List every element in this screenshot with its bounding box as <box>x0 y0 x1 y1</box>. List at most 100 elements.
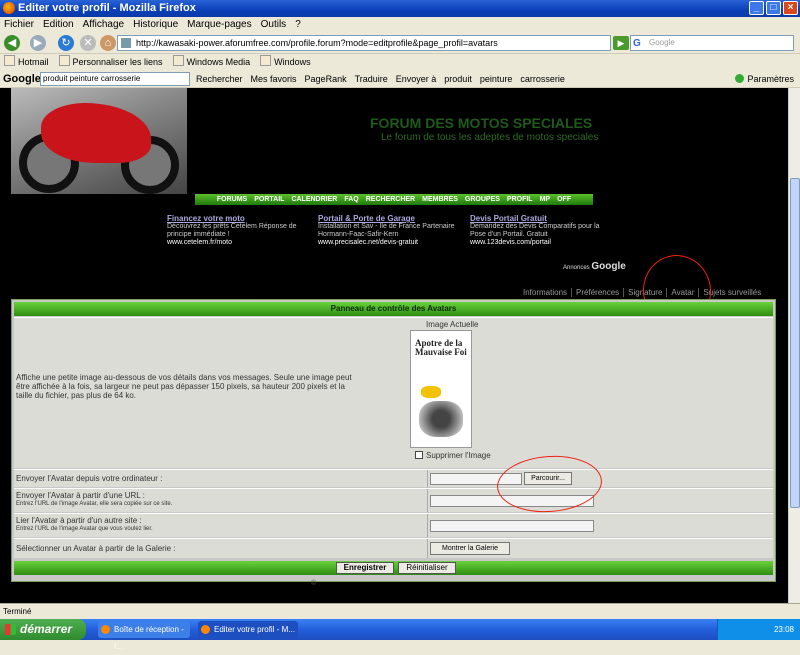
ad-url[interactable]: www.123devis.com/portail <box>470 239 610 247</box>
avatar-image-text: Apotre de la Mauvaise Foi <box>415 338 467 357</box>
search-bar[interactable]: G Google <box>630 35 794 51</box>
menu-marque-pages[interactable]: Marque-pages <box>187 17 251 32</box>
bookmark-hotmail[interactable]: Hotmail <box>4 55 49 69</box>
gt-traduire[interactable]: Traduire <box>355 70 388 88</box>
go-button[interactable]: ▶ <box>613 36 629 50</box>
clock[interactable]: 23:08 <box>774 625 794 634</box>
taskbar-item-firefox[interactable]: Editer votre profil - M... <box>198 621 298 638</box>
scrollbar-thumb[interactable] <box>790 178 800 508</box>
google-toolbar-search[interactable]: produit peinture carrosserie <box>40 72 190 86</box>
page-scrollbar[interactable] <box>788 88 800 603</box>
minimize-button[interactable]: _ <box>749 1 764 15</box>
home-icon[interactable]: ⌂ <box>100 35 116 51</box>
link-hint: Entrez l'URL de l'image Avatar que vous … <box>16 526 153 532</box>
ads-by-google[interactable]: Annonces Google <box>563 261 626 272</box>
ad-text: Découvrez les prêts Cetelem Réponse de p… <box>167 223 297 238</box>
bookmark-windows-media[interactable]: Windows Media <box>173 55 251 69</box>
tab-informations[interactable]: Informations <box>519 288 573 297</box>
bookmark-personnaliser[interactable]: Personnaliser les liens <box>59 55 163 69</box>
ad-title[interactable]: Financez votre moto <box>167 215 307 223</box>
bookmarks-bar: Hotmail Personnaliser les liens Windows … <box>0 55 800 69</box>
reset-button[interactable]: Réinitialiser <box>398 562 456 574</box>
ad-title[interactable]: Portail & Porte de Garage <box>318 215 458 223</box>
ad-text: Demandez des Devis Comparatifs pour la P… <box>470 223 600 238</box>
ad-block[interactable]: Portail & Porte de Garage Installation e… <box>318 215 458 247</box>
upload-label: Envoyer l'Avatar depuis votre ordinateur… <box>16 474 163 483</box>
menu-affichage[interactable]: Affichage <box>83 17 125 32</box>
avatar-panel: Panneau de contrôle des Avatars Affiche … <box>11 299 776 582</box>
menu-outils[interactable]: Outils <box>261 17 287 32</box>
ad-title[interactable]: Devis Portail Gratuit <box>470 215 610 223</box>
gt-pagerank[interactable]: PageRank <box>305 70 347 88</box>
url-row: Envoyer l'Avatar à partir d'une URL : En… <box>14 488 773 512</box>
google-toolbar: Google produit peinture carrosserie Rech… <box>0 70 800 88</box>
nav-faq[interactable]: FAQ <box>344 194 358 205</box>
delete-image-option[interactable]: Supprimer l'Image <box>415 451 491 460</box>
menu-edition[interactable]: Edition <box>43 17 74 32</box>
gt-mes-favoris[interactable]: Mes favoris <box>251 70 297 88</box>
status-bar: Terminé <box>0 603 800 619</box>
ad-block[interactable]: Devis Portail Gratuit Demandez des Devis… <box>470 215 610 247</box>
current-image-label: Image Actuelle <box>426 320 479 329</box>
status-text: Terminé <box>3 607 32 616</box>
gallery-label: Sélectionner un Avatar à partir de la Ga… <box>16 544 176 553</box>
delete-image-label: Supprimer l'Image <box>426 451 491 460</box>
window-title: Editer votre profil - Mozilla Firefox <box>18 2 196 14</box>
delete-image-checkbox[interactable] <box>415 451 423 459</box>
save-button[interactable]: Enregistrer <box>336 562 394 574</box>
ads-by-label: Annonces <box>563 265 590 271</box>
page-content: FORUM DES MOTOS SPECIALES Le forum de to… <box>0 88 788 603</box>
gt-parametres[interactable]: Paramètres <box>735 70 794 88</box>
stop-icon[interactable]: ✕ <box>80 35 96 51</box>
show-gallery-button[interactable]: Montrer la Galerie <box>430 542 510 555</box>
copyright: © <box>311 580 317 587</box>
nav-off[interactable]: OFF <box>557 194 571 205</box>
forum-subtitle: Le forum de tous les adeptes de motos sp… <box>381 132 599 143</box>
gt-carrosserie[interactable]: carrosserie <box>520 70 565 88</box>
nav-profil[interactable]: PROFIL <box>507 194 533 205</box>
ad-url[interactable]: www.precisalec.net/devis-gratuit <box>318 239 458 247</box>
forward-icon[interactable]: ▶ <box>30 35 46 51</box>
nav-calendrier[interactable]: CALENDRIER <box>291 194 337 205</box>
close-button[interactable]: × <box>783 1 798 15</box>
maximize-button[interactable]: □ <box>766 1 781 15</box>
window-titlebar: Editer votre profil - Mozilla Firefox _ … <box>0 0 800 17</box>
nav-rechercher[interactable]: RECHERCHER <box>366 194 415 205</box>
back-icon[interactable]: ◀ <box>4 35 20 51</box>
gt-envoyer[interactable]: Envoyer à <box>396 70 437 88</box>
nav-mp[interactable]: MP <box>540 194 551 205</box>
gt-produit[interactable]: produit <box>444 70 472 88</box>
google-search-icon: G <box>633 38 641 49</box>
ad-block[interactable]: Financez votre moto Découvrez les prêts … <box>167 215 307 247</box>
taskbar-item-inbox[interactable]: Boîte de réception - I... <box>98 621 190 651</box>
site-favicon-icon <box>121 38 131 48</box>
nav-portail[interactable]: PORTAIL <box>254 194 284 205</box>
nav-groupes[interactable]: GROUPES <box>465 194 500 205</box>
nav-membres[interactable]: MEMBRES <box>422 194 458 205</box>
url-label: Envoyer l'Avatar à partir d'une URL : <box>16 491 145 500</box>
system-tray: 23:08 <box>717 619 800 640</box>
ads-google-brand: Google <box>591 261 626 272</box>
link-label: Lier l'Avatar à partir d'un autre site : <box>16 516 142 525</box>
bookmark-windows[interactable]: Windows <box>260 55 311 69</box>
menu-fichier[interactable]: Fichier <box>4 17 34 32</box>
url-hint: Entrez l'URL de l'image Avatar, elle ser… <box>16 501 173 507</box>
nav-forums[interactable]: FORUMS <box>217 194 247 205</box>
start-button[interactable]: démarrer <box>0 619 86 640</box>
forum-title: FORUM DES MOTOS SPECIALES <box>370 115 593 131</box>
current-avatar-row: Affiche une petite image au-dessous de v… <box>14 317 773 468</box>
window-controls: _ □ × <box>749 1 798 15</box>
ad-url[interactable]: www.cetelem.fr/moto <box>167 239 307 247</box>
menu-historique[interactable]: Historique <box>133 17 178 32</box>
reload-icon[interactable]: ↻ <box>58 35 74 51</box>
forum-nav: FORUMS PORTAIL CALENDRIER FAQ RECHERCHER… <box>195 194 593 205</box>
gt-peinture[interactable]: peinture <box>480 70 513 88</box>
search-placeholder: Google <box>649 38 675 47</box>
address-url: http://kawasaki-power.aforumfree.com/pro… <box>136 38 498 48</box>
upload-row: Envoyer l'Avatar depuis votre ordinateur… <box>14 469 773 487</box>
gt-rechercher[interactable]: Rechercher <box>196 70 243 88</box>
address-bar[interactable]: http://kawasaki-power.aforumfree.com/pro… <box>117 35 611 51</box>
menu-help[interactable]: ? <box>295 17 301 32</box>
tab-preferences[interactable]: Préférences <box>572 288 625 297</box>
avatar-link-input[interactable] <box>430 520 594 532</box>
